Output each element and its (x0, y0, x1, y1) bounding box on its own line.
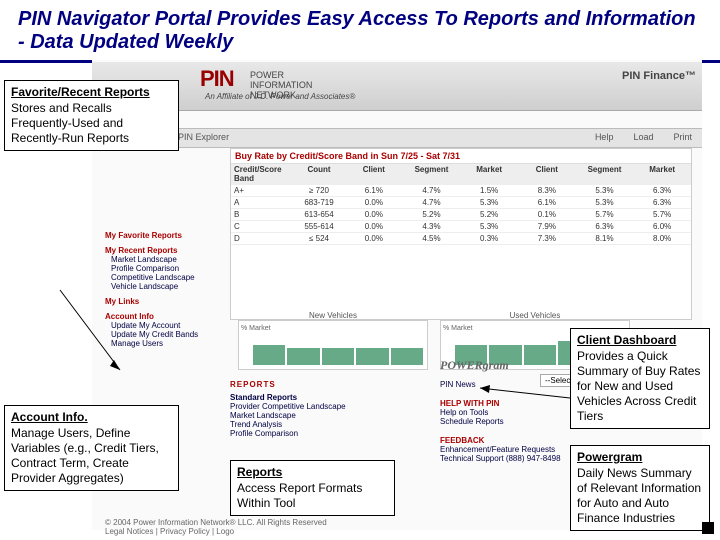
powergram-logo: POWERgram (440, 358, 509, 373)
nav-print[interactable]: Print (663, 129, 702, 145)
pin-logo: PIN (200, 66, 234, 92)
callout-reports: Reports Access Report Formats Within Too… (230, 460, 395, 516)
app-banner (92, 62, 702, 111)
arrow-icon (480, 388, 580, 428)
pin-affiliate-text: An Affiliate of J.D. Power and Associate… (205, 92, 355, 101)
arrow-icon (60, 290, 140, 390)
chart-new-vehicles: New Vehicles % Market (238, 320, 428, 370)
callout-body: Stores and Recalls Frequently-Used and R… (11, 101, 172, 146)
callout-account-info: Account Info. Manage Users, Define Varia… (4, 405, 179, 491)
pin-finance-label: PIN Finance™ (622, 70, 696, 82)
page-title: PIN Navigator Portal Provides Easy Acces… (0, 0, 720, 63)
nav-help[interactable]: Help (585, 129, 624, 145)
app-navbar: Home/Report PIN Explorer Print Load Help (92, 128, 702, 148)
footer: © 2004 Power Information Network® LLC. A… (105, 518, 327, 536)
callout-title: Favorite/Recent Reports (11, 85, 172, 99)
table-title: Buy Rate by Credit/Score Band in Sun 7/2… (231, 149, 691, 164)
reports-section: REPORTS Standard Reports Provider Compet… (230, 380, 430, 438)
callout-favorite-reports: Favorite/Recent Reports Stores and Recal… (4, 80, 179, 151)
callout-powergram: Powergram Daily News Summary of Relevant… (570, 445, 710, 531)
callout-client-dashboard: Client Dashboard Provides a Quick Summar… (570, 328, 710, 429)
corner-marker (702, 522, 714, 534)
table-grid: Credit/Score BandCount ClientSegmentMark… (231, 164, 691, 245)
nav-load[interactable]: Load (623, 129, 663, 145)
buy-rate-table: Buy Rate by Credit/Score Band in Sun 7/2… (230, 148, 692, 320)
